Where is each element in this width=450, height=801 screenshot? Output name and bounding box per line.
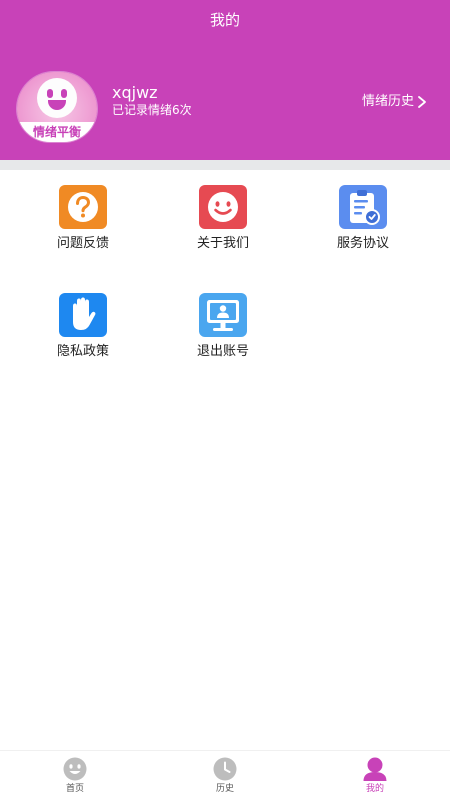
avatar-left-eye bbox=[47, 89, 53, 98]
tab-label: 我的 bbox=[365, 784, 384, 794]
page-title: 我的 bbox=[209, 11, 240, 29]
section-divider bbox=[0, 160, 450, 170]
question-icon bbox=[59, 185, 107, 229]
record-count: 已记录情绪6次 bbox=[112, 103, 192, 117]
hand-icon bbox=[59, 293, 107, 337]
profile-header: 我的 情绪平衡 xqjwz 已记录情绪6次 情绪历史 bbox=[0, 0, 450, 160]
menu-label: 隐私政策 bbox=[56, 344, 109, 359]
person-icon bbox=[363, 757, 387, 781]
tab-mine[interactable]: 我的 bbox=[335, 757, 415, 797]
bottom-tabbar: 首页 历史 我的 bbox=[0, 750, 450, 801]
username: xqjwz bbox=[112, 83, 158, 102]
avatar[interactable]: 情绪平衡 bbox=[17, 72, 97, 142]
menu-label: 服务协议 bbox=[336, 236, 389, 251]
avatar-caption: 情绪平衡 bbox=[17, 122, 97, 142]
menu-item-service-agreement[interactable]: 服务协议 bbox=[303, 184, 423, 264]
menu-item-about[interactable]: 关于我们 bbox=[163, 184, 283, 264]
avatar-mouth bbox=[48, 100, 66, 110]
clock-icon bbox=[213, 757, 237, 781]
menu-item-privacy-policy[interactable]: 隐私政策 bbox=[23, 292, 143, 372]
tab-label: 首页 bbox=[65, 784, 84, 794]
avatar-face-icon bbox=[37, 78, 77, 118]
smile-icon bbox=[199, 185, 247, 229]
avatar-right-eye bbox=[61, 89, 67, 98]
emotion-history-link[interactable]: 情绪历史 bbox=[362, 93, 428, 111]
smiley-face-icon bbox=[63, 757, 87, 781]
tab-history[interactable]: 历史 bbox=[185, 757, 265, 797]
menu-label: 关于我们 bbox=[196, 236, 249, 251]
monitor-user-icon bbox=[199, 293, 247, 337]
tab-home[interactable]: 首页 bbox=[35, 757, 115, 797]
emotion-history-label: 情绪历史 bbox=[361, 94, 414, 109]
menu-item-feedback[interactable]: 问题反馈 bbox=[23, 184, 143, 264]
chevron-right-icon bbox=[418, 96, 426, 108]
menu-item-logout[interactable]: 退出账号 bbox=[163, 292, 283, 372]
clipboard-icon bbox=[339, 185, 387, 229]
menu-label: 退出账号 bbox=[196, 344, 249, 359]
tab-label: 历史 bbox=[215, 784, 234, 794]
menu-label: 问题反馈 bbox=[56, 236, 109, 251]
